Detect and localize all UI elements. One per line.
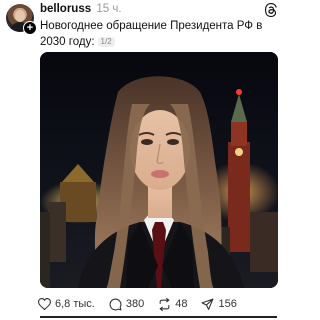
username[interactable]: belloruss <box>40 3 91 15</box>
post-image[interactable] <box>40 52 278 288</box>
share-count: 156 <box>218 298 237 310</box>
share-button[interactable]: 156 <box>201 298 237 311</box>
like-button[interactable]: 6,8 тыс. <box>38 298 95 310</box>
post-actions: 6,8 тыс. 380 48 156 <box>38 295 251 313</box>
heart-icon <box>38 298 51 310</box>
repost-count: 48 <box>175 298 188 310</box>
repost-button[interactable]: 48 <box>158 297 188 311</box>
threads-logo-icon[interactable] <box>264 3 278 17</box>
repost-icon <box>159 297 170 311</box>
share-icon <box>202 298 214 310</box>
caption-text: Новогоднее обращение Президента РФ в 203… <box>40 20 263 48</box>
page-indicator: 1/2 <box>97 37 115 47</box>
portrait-kremlin-night-image <box>40 52 278 288</box>
like-count: 6,8 тыс. <box>55 298 95 310</box>
author-avatar[interactable]: + <box>6 4 37 35</box>
divider <box>40 316 277 318</box>
follow-plus-icon[interactable]: + <box>23 21 37 35</box>
post-card: + belloruss 15 ч. Новогоднее обращение П… <box>0 0 285 320</box>
post-header: belloruss 15 ч. <box>40 3 122 15</box>
comment-icon <box>109 298 122 310</box>
post-caption: Новогоднее обращение Президента РФ в 203… <box>40 18 278 50</box>
comment-button[interactable]: 380 <box>109 298 144 311</box>
comment-count: 380 <box>125 298 145 310</box>
post-time: 15 ч. <box>96 3 122 15</box>
